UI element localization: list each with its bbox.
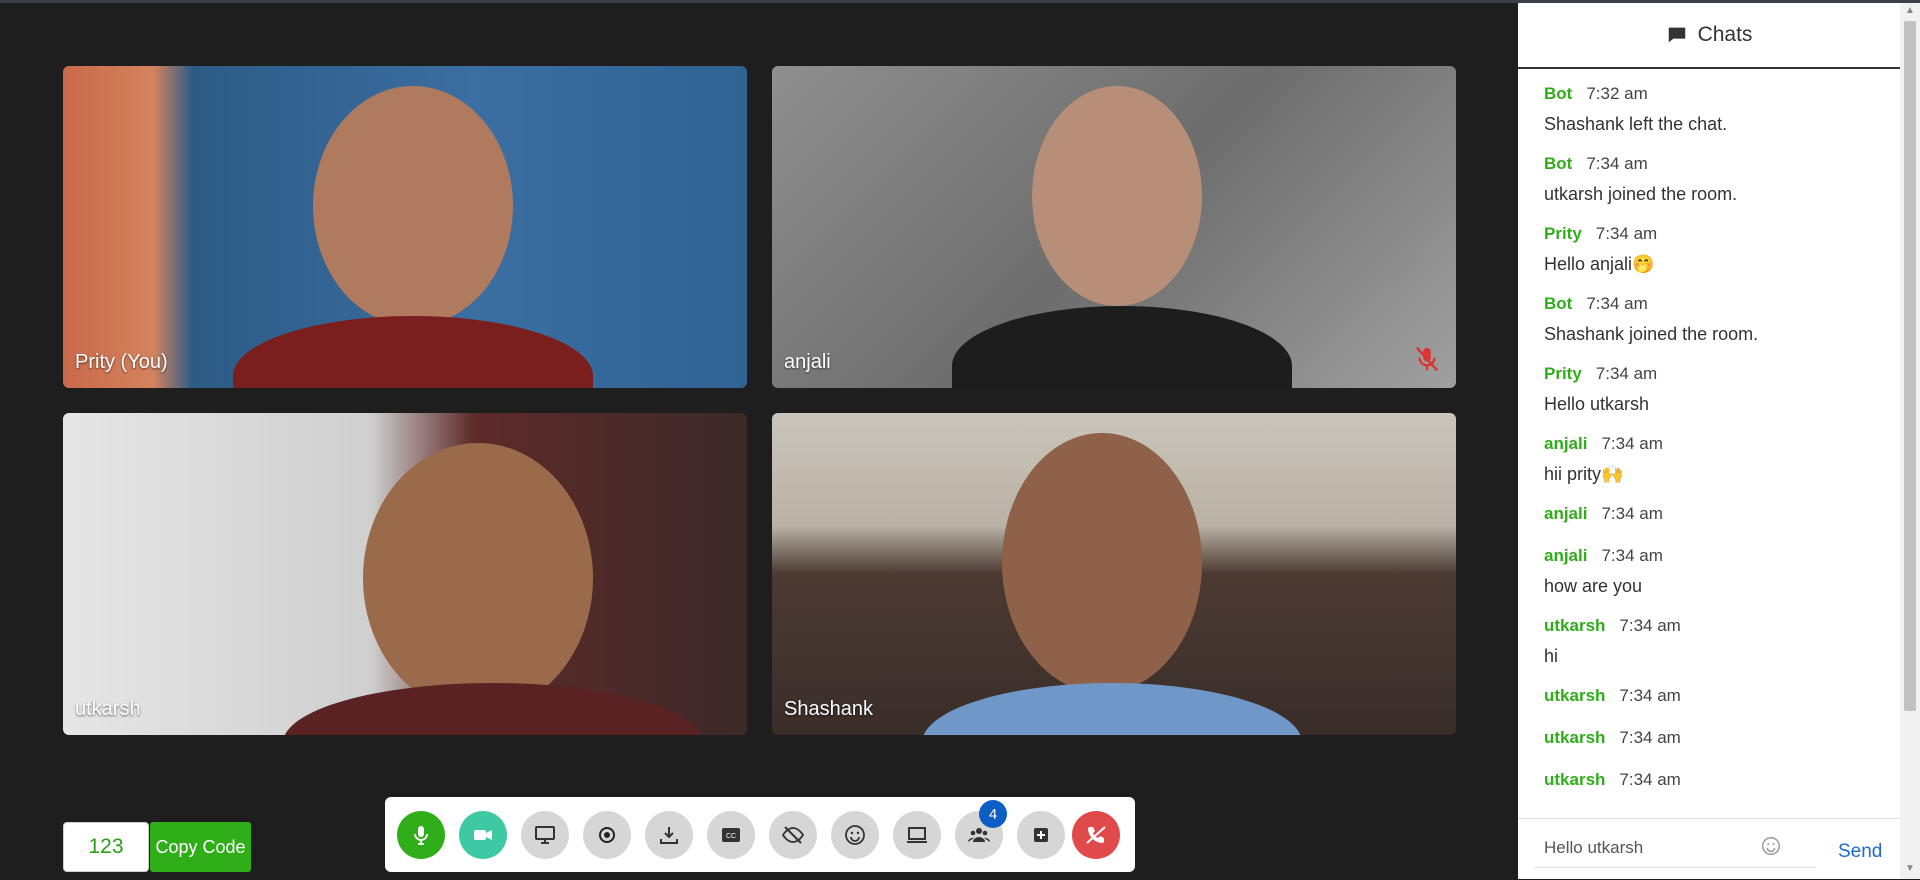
message-sender: anjali xyxy=(1544,546,1588,565)
participant-name: anjali xyxy=(784,351,831,373)
mic-muted-icon xyxy=(1416,346,1438,372)
message-sender: anjali xyxy=(1544,434,1588,453)
chat-message: utkarsh 7:34 am xyxy=(1544,769,1884,791)
video-tile-utkarsh: utkarsh xyxy=(63,413,747,735)
message-sender: anjali xyxy=(1544,504,1588,523)
chat-message: Prity 7:34 am Hello utkarsh xyxy=(1544,363,1884,415)
download-icon xyxy=(660,827,678,844)
emoji-reaction-button[interactable] xyxy=(831,811,879,859)
message-text: how are you xyxy=(1544,576,1643,596)
microphone-button[interactable] xyxy=(397,811,445,859)
chat-message: anjali 7:34 am xyxy=(1544,503,1884,525)
chat-compose: Send xyxy=(1518,818,1900,880)
chat-message: Bot 7:34 am Shashank joined the room. xyxy=(1544,293,1884,345)
chat-message: anjali 7:34 am hii prity🙌 xyxy=(1544,433,1884,485)
participant-video xyxy=(363,443,593,713)
message-time: 7:34 am xyxy=(1619,770,1681,789)
page-scrollbar[interactable]: ▲ ▼ xyxy=(1900,3,1920,879)
message-sender: utkarsh xyxy=(1544,728,1606,747)
message-text: hii prity🙌 xyxy=(1544,464,1624,484)
copy-code-button[interactable]: Copy Code xyxy=(150,822,251,872)
message-text: Hello anjali🤭 xyxy=(1544,254,1655,274)
message-sender: Bot xyxy=(1544,294,1573,313)
screen-share-button[interactable] xyxy=(521,811,569,859)
send-button[interactable]: Send xyxy=(1838,841,1882,863)
record-button[interactable] xyxy=(583,811,631,859)
emoji-icon xyxy=(845,825,865,845)
message-text: Hello utkarsh xyxy=(1544,394,1650,414)
room-code: 123 xyxy=(63,822,149,872)
microphone-icon xyxy=(414,826,428,845)
message-time: 7:34 am xyxy=(1601,434,1663,453)
participant-video xyxy=(1002,433,1202,693)
message-time: 7:34 am xyxy=(1619,686,1681,705)
chat-message: utkarsh 7:34 am hi xyxy=(1544,615,1884,667)
participant-count-badge: 4 xyxy=(979,800,1007,828)
message-sender: utkarsh xyxy=(1544,686,1606,705)
svg-text:CC: CC xyxy=(726,833,736,840)
scrollbar-thumb[interactable] xyxy=(1904,21,1916,711)
message-sender: Bot xyxy=(1544,154,1573,173)
hide-video-button[interactable] xyxy=(769,811,817,859)
whiteboard-icon xyxy=(907,827,927,843)
chat-message: anjali 7:34 am how are you xyxy=(1544,545,1884,597)
hide-self-view-icon xyxy=(781,826,805,844)
add-icon xyxy=(1034,828,1048,842)
message-text: Shashank left the chat. xyxy=(1544,114,1728,134)
chat-bubble-icon xyxy=(1668,27,1685,43)
message-time: 7:34 am xyxy=(1586,154,1648,173)
message-time: 7:34 am xyxy=(1601,546,1663,565)
chat-message: utkarsh 7:34 am xyxy=(1544,727,1884,749)
chat-header: Chats xyxy=(1518,3,1900,69)
chat-message: Bot 7:34 am utkarsh joined the room. xyxy=(1544,153,1884,205)
message-time: 7:34 am xyxy=(1586,294,1648,313)
end-call-icon xyxy=(1086,826,1106,844)
closed-captions-icon: CC xyxy=(722,828,740,842)
chat-panel: Chats Bot 7:32 am Shashank left the chat.… xyxy=(1518,3,1900,879)
message-sender: Prity xyxy=(1544,224,1582,243)
message-text: utkarsh joined the room. xyxy=(1544,184,1738,204)
emoji-picker-icon[interactable] xyxy=(1760,835,1782,857)
camera-button[interactable] xyxy=(459,811,507,859)
screen-share-icon xyxy=(535,826,555,844)
video-tile-anjali: anjali xyxy=(772,66,1456,388)
whiteboard-button[interactable] xyxy=(893,811,941,859)
message-time: 7:34 am xyxy=(1619,616,1681,635)
message-time: 7:32 am xyxy=(1586,84,1648,103)
message-sender: Bot xyxy=(1544,84,1573,103)
participant-video xyxy=(1032,86,1202,306)
record-icon xyxy=(599,827,615,843)
message-sender: utkarsh xyxy=(1544,616,1606,635)
video-tile-prity: Prity (You) xyxy=(63,66,747,388)
chat-message-list: Bot 7:32 am Shashank left the chat. Bot 7:… xyxy=(1544,83,1884,809)
message-text: hi xyxy=(1544,646,1559,666)
message-text: Shashank joined the room. xyxy=(1544,324,1759,344)
message-time: 7:34 am xyxy=(1601,504,1663,523)
chat-title: Chats xyxy=(1697,23,1753,46)
video-tile-shashank: Shashank xyxy=(772,413,1456,735)
chat-message: Bot 7:32 am Shashank left the chat. xyxy=(1544,83,1884,135)
message-sender: Prity xyxy=(1544,364,1582,383)
participant-video xyxy=(313,86,513,326)
add-participant-button[interactable] xyxy=(1017,811,1065,859)
message-time: 7:34 am xyxy=(1595,364,1658,383)
participant-name: Shashank xyxy=(784,698,873,720)
scroll-up-arrow-icon[interactable]: ▲ xyxy=(1904,5,1916,17)
download-button[interactable] xyxy=(645,811,693,859)
scroll-down-arrow-icon[interactable]: ▼ xyxy=(1904,863,1916,875)
chat-message: utkarsh 7:34 am xyxy=(1544,685,1884,707)
call-toolbar: CC xyxy=(385,797,1135,872)
message-time: 7:34 am xyxy=(1595,224,1658,243)
chat-message: Prity 7:34 am Hello anjali🤭 xyxy=(1544,223,1884,275)
participant-name: Prity (You) xyxy=(75,351,168,373)
message-sender: utkarsh xyxy=(1544,770,1606,789)
captions-button[interactable]: CC xyxy=(707,811,755,859)
message-time: 7:34 am xyxy=(1619,728,1681,747)
end-call-button[interactable] xyxy=(1072,811,1120,859)
video-camera-icon xyxy=(474,830,492,840)
participant-name: utkarsh xyxy=(75,698,141,720)
